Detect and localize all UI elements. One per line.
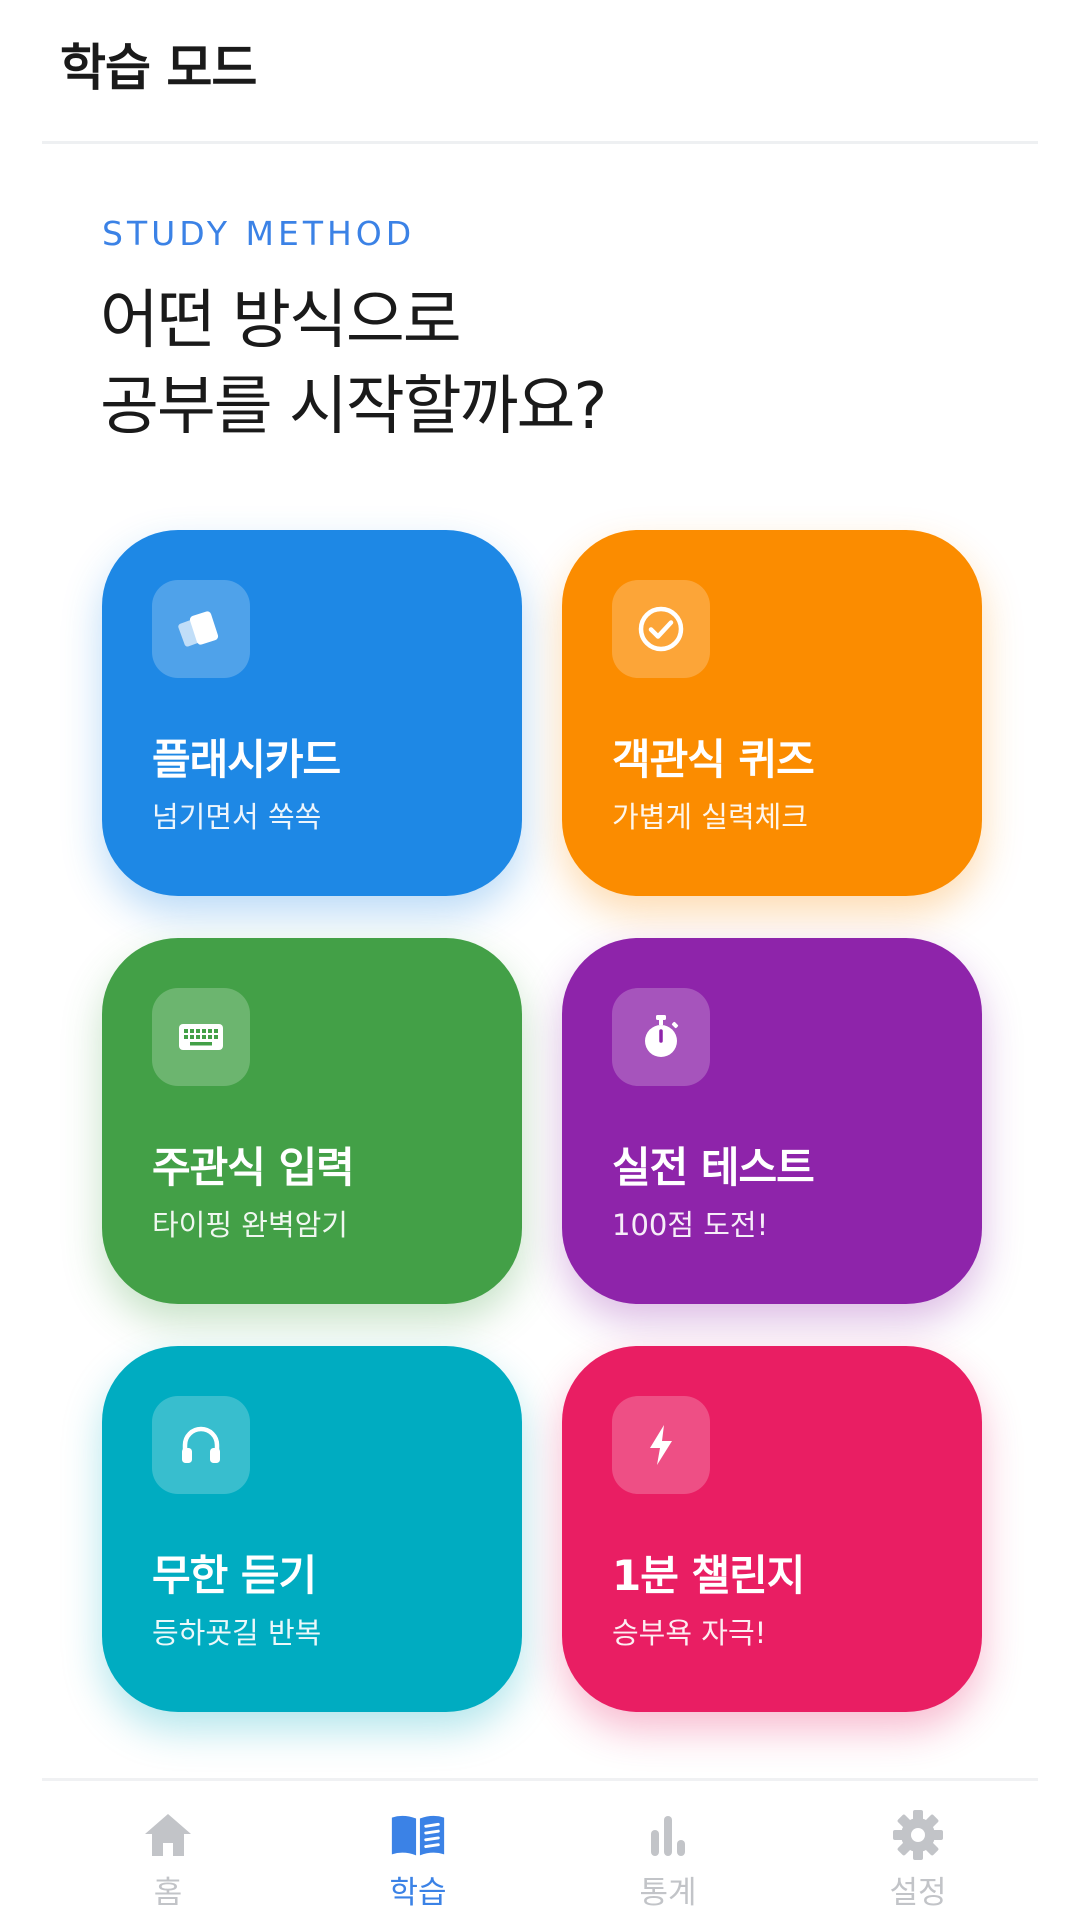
headline-line-1: 어떤 방식으로 [100,284,462,358]
mode-card-infinite-listening[interactable]: 무한 듣기 등하굣길 반복 [102,1346,522,1712]
mode-card-subtitle: 넘기면서 쏙쏙 [152,800,322,834]
mode-card-flashcards[interactable]: 플래시카드 넘기면서 쏙쏙 [102,530,522,896]
study-mode-screen: 학습 모드 STUDY METHOD 어떤 방식으로 공부를 시작할까요? 플래… [0,0,1080,1920]
mode-card-title: 무한 듣기 [152,1551,317,1600]
section-eyebrow: STUDY METHOD [102,214,416,253]
tab-label: 설정 [889,1875,947,1911]
tab-home[interactable]: 홈 [68,1781,268,1920]
stopwatch-icon [612,988,710,1086]
tab-stats[interactable]: 통계 [568,1781,768,1920]
book-icon [388,1807,448,1863]
bottom-tab-bar: 홈 학습 통계 설정 [42,1778,1038,1920]
home-icon [138,1807,198,1863]
mode-card-one-minute-challenge[interactable]: 1분 챌린지 승부욕 자극! [562,1346,982,1712]
tab-settings[interactable]: 설정 [818,1781,1018,1920]
mode-card-subtitle: 가볍게 실력체크 [612,800,808,834]
mode-card-typing-input[interactable]: 주관식 입력 타이핑 완벽암기 [102,938,522,1304]
check-circle-icon [612,580,710,678]
mode-card-multiple-choice-quiz[interactable]: 객관식 퀴즈 가볍게 실력체크 [562,530,982,896]
tab-study[interactable]: 학습 [318,1781,518,1920]
mode-card-title: 플래시카드 [152,735,341,784]
mode-card-subtitle: 100점 도전! [612,1208,769,1242]
tab-label: 통계 [639,1875,697,1911]
mode-card-title: 주관식 입력 [152,1143,355,1192]
mode-card-subtitle: 승부욕 자극! [612,1616,767,1650]
headline-line-2: 공부를 시작할까요? [100,370,607,444]
mode-card-title: 1분 챌린지 [612,1551,805,1600]
mode-card-subtitle: 등하굣길 반복 [152,1616,322,1650]
tab-label: 학습 [389,1875,447,1911]
gear-icon [888,1807,948,1863]
section-headline: 어떤 방식으로 공부를 시작할까요? [100,278,607,450]
page-title: 학습 모드 [60,39,257,97]
mode-card-title: 실전 테스트 [612,1143,815,1192]
flashcards-icon [152,580,250,678]
mode-card-subtitle: 타이핑 완벽암기 [152,1208,348,1242]
bar-chart-icon [638,1807,698,1863]
keyboard-icon [152,988,250,1086]
lightning-icon [612,1396,710,1494]
mode-card-practice-test[interactable]: 실전 테스트 100점 도전! [562,938,982,1304]
mode-card-title: 객관식 퀴즈 [612,735,815,784]
tab-label: 홈 [153,1875,183,1911]
headphones-icon [152,1396,250,1494]
